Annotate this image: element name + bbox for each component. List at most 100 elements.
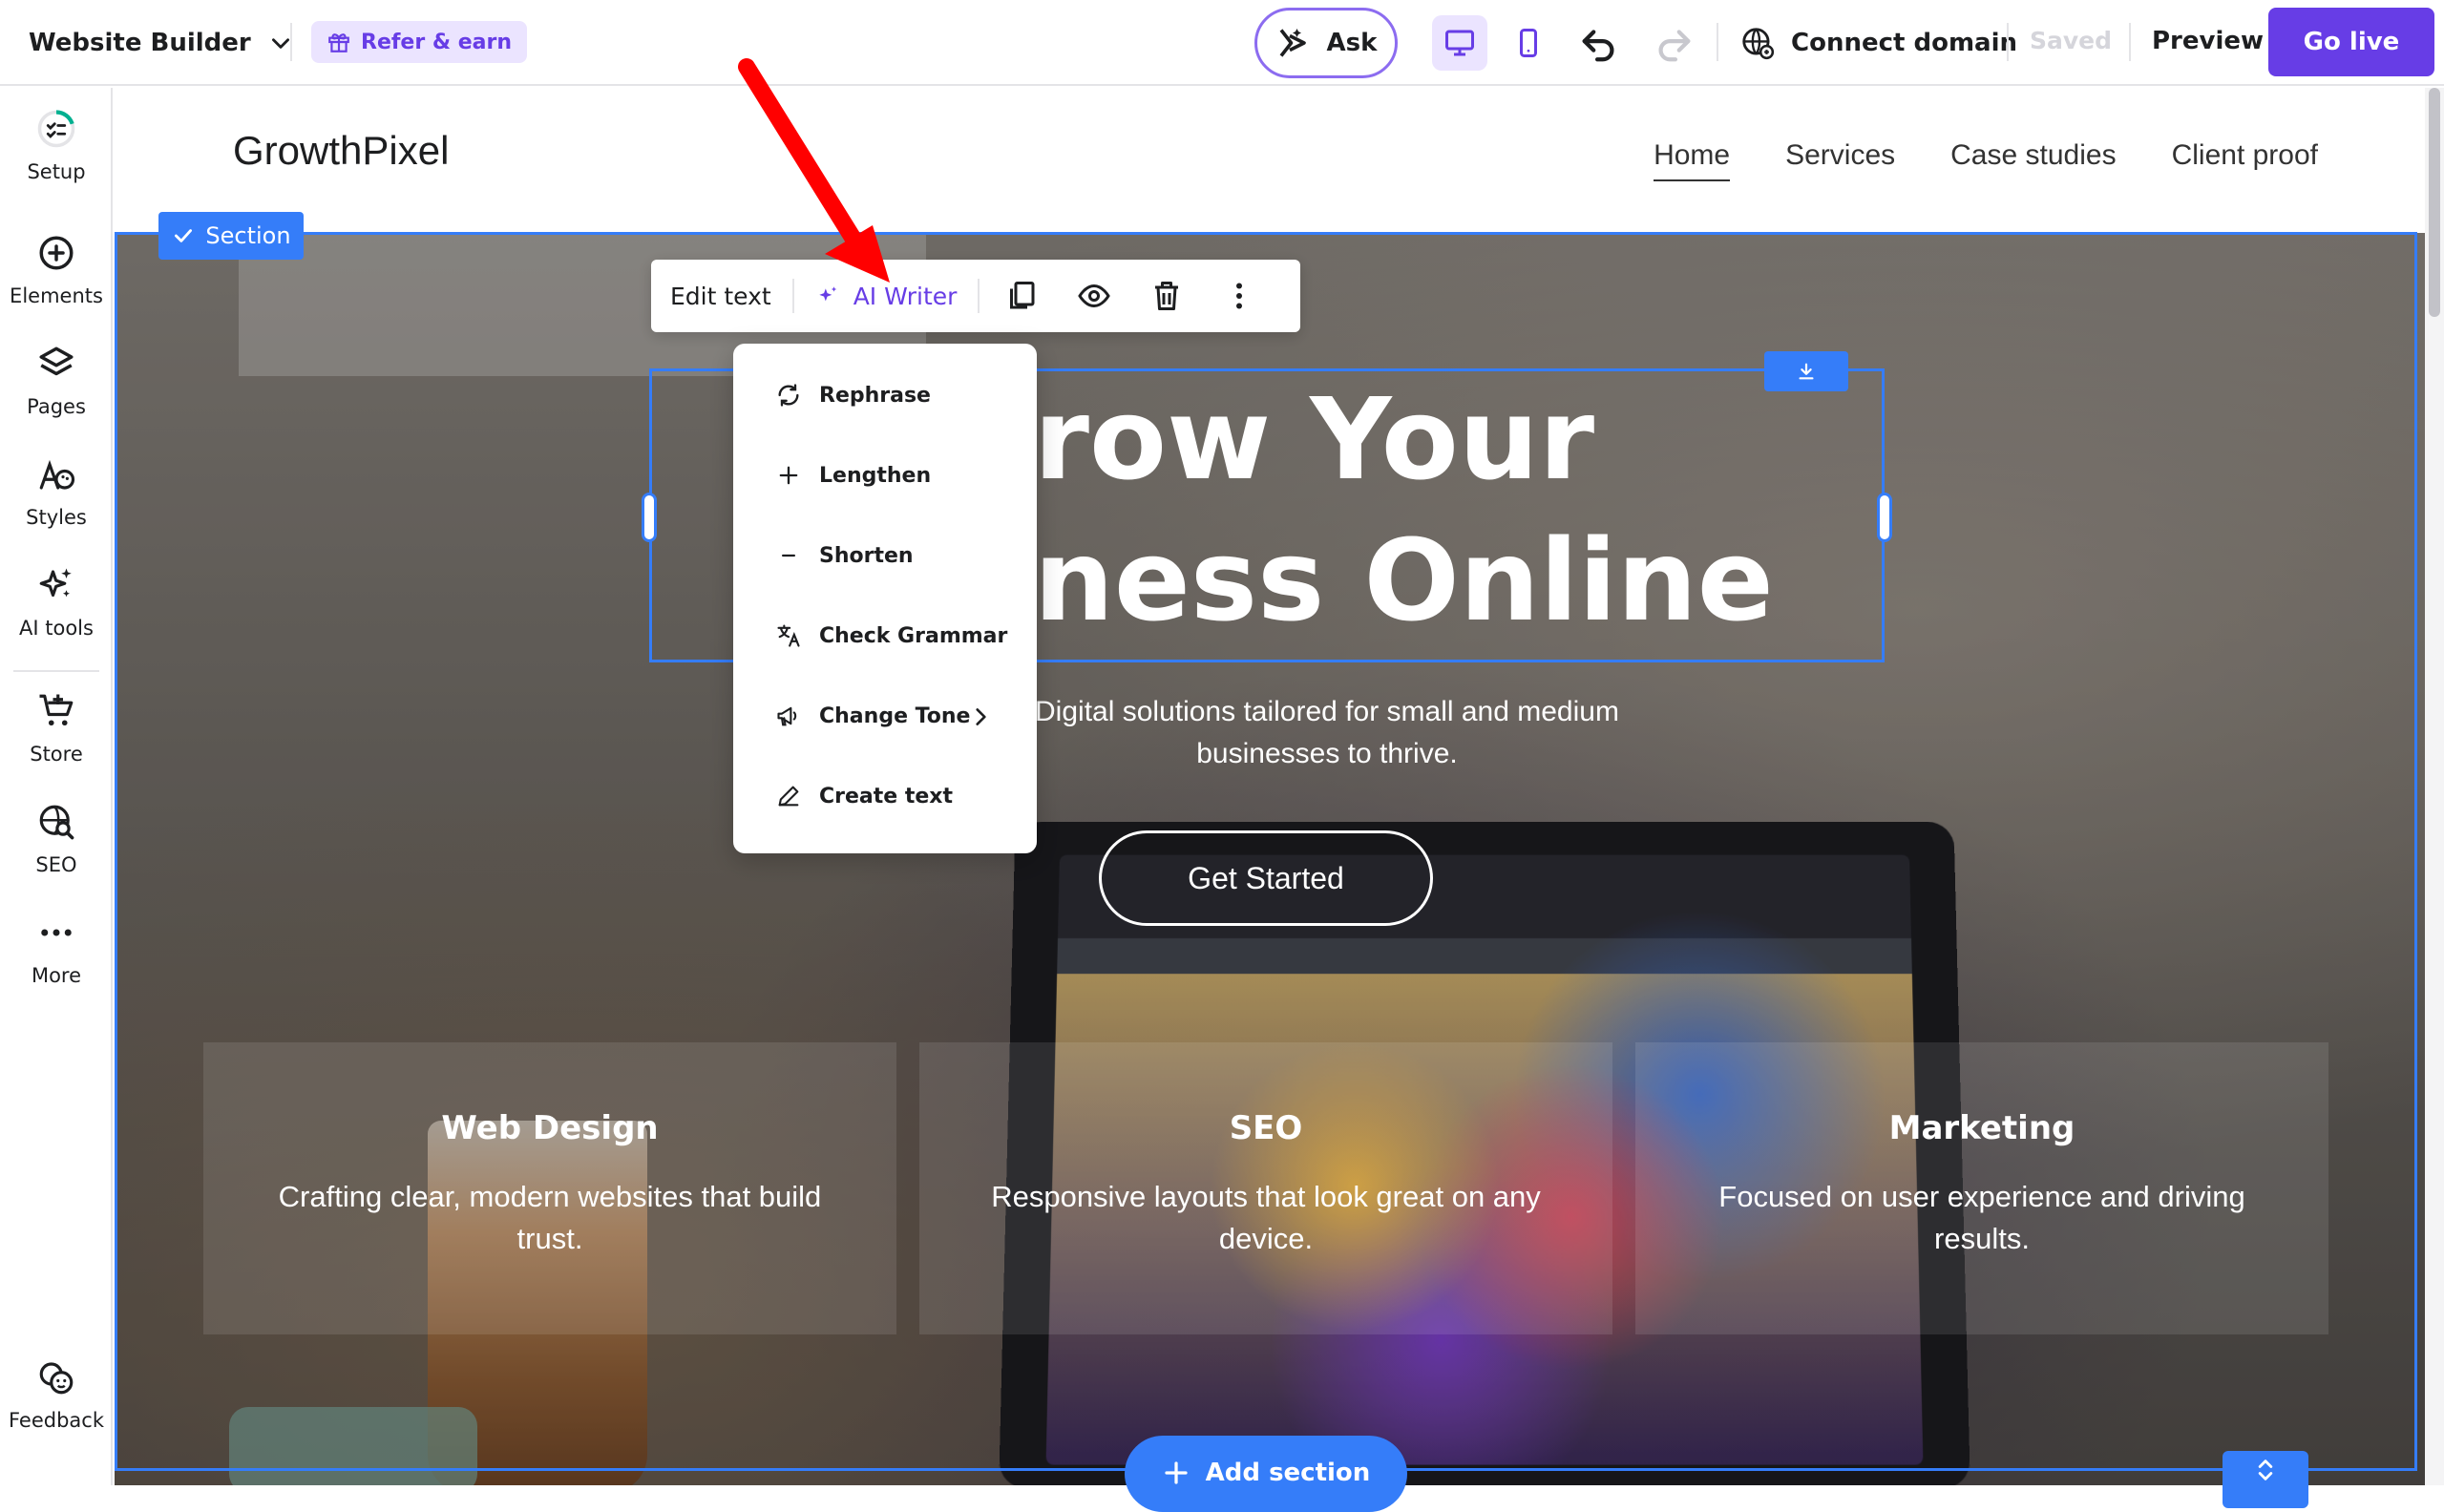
- service-card[interactable]: Marketing Focused on user experience and…: [1635, 1042, 2328, 1334]
- styles-palette-icon: [36, 454, 76, 494]
- megaphone-icon: [775, 703, 802, 729]
- mobile-view-toggle[interactable]: [1501, 15, 1556, 71]
- annotation-arrow-icon: [726, 57, 897, 286]
- duplicate-icon: [1004, 279, 1039, 313]
- resize-handle-right[interactable]: [1877, 493, 1892, 542]
- minus-icon: [775, 542, 802, 569]
- sidebar-item-setup[interactable]: Setup: [0, 109, 113, 183]
- menu-item-rephrase[interactable]: Rephrase: [775, 382, 931, 409]
- toolbar-divider: [2007, 23, 2009, 61]
- sidebar-item-elements[interactable]: Elements: [0, 233, 113, 307]
- sidebar-item-label: More: [32, 964, 81, 987]
- site-nav: Home Services Case studies Client proof: [1654, 139, 2318, 181]
- add-section-button[interactable]: Add section: [1125, 1436, 1407, 1512]
- more-vertical-icon: [1222, 279, 1256, 313]
- menu-item-label: Create text: [819, 785, 953, 808]
- rephrase-icon: [775, 382, 802, 409]
- sidebar-item-label: Store: [30, 743, 83, 766]
- connect-domain-label: Connect domain: [1791, 29, 2017, 57]
- menu-item-lengthen[interactable]: Lengthen: [775, 462, 931, 489]
- more-dots-icon: [36, 913, 76, 953]
- sidebar-item-seo[interactable]: SEO: [0, 802, 113, 876]
- resize-handle-left[interactable]: [642, 493, 657, 542]
- sidebar-item-more[interactable]: More: [0, 913, 113, 987]
- site-logo[interactable]: GrowthPixel: [233, 128, 449, 174]
- delete-button[interactable]: [1146, 275, 1188, 317]
- sidebar-item-label: Styles: [26, 506, 87, 529]
- service-card[interactable]: SEO Responsive layouts that look great o…: [919, 1042, 1612, 1334]
- card-title: Marketing: [1635, 1109, 2328, 1147]
- hero-subtitle[interactable]: Digital solutions tailored for small and…: [993, 691, 1661, 775]
- app-switcher[interactable]: Website Builder: [29, 25, 293, 61]
- left-sidebar: Setup Elements Pages Styles AI tools Sto…: [0, 88, 113, 1485]
- menu-item-check-grammar[interactable]: Check Grammar: [775, 622, 1007, 649]
- toolbar-divider: [978, 279, 980, 313]
- sidebar-item-styles[interactable]: Styles: [0, 454, 113, 529]
- sidebar-item-ai-tools[interactable]: AI tools: [0, 565, 113, 640]
- eye-icon: [1077, 279, 1111, 313]
- translate-icon: [775, 622, 802, 649]
- service-card[interactable]: Web Design Crafting clear, modern websit…: [203, 1042, 896, 1334]
- download-icon: [1796, 361, 1817, 382]
- refer-earn-button[interactable]: Refer & earn: [311, 21, 527, 63]
- sidebar-item-feedback[interactable]: Feedback: [0, 1357, 113, 1432]
- plus-circle-icon: [36, 233, 76, 273]
- menu-item-change-tone[interactable]: Change Tone: [775, 703, 970, 729]
- ask-ai-button[interactable]: Ask: [1254, 8, 1398, 78]
- duplicate-button[interactable]: [1001, 275, 1043, 317]
- sidebar-item-store[interactable]: Store: [0, 691, 113, 766]
- gift-icon: [327, 30, 351, 54]
- menu-item-label: Check Grammar: [819, 624, 1007, 648]
- menu-item-label: Change Tone: [819, 704, 970, 728]
- get-started-button[interactable]: Get Started: [1099, 830, 1433, 926]
- scrollbar-thumb[interactable]: [2429, 88, 2440, 317]
- connect-domain-button[interactable]: Connect domain: [1739, 19, 2017, 67]
- element-download-button[interactable]: [1764, 351, 1848, 391]
- menu-item-label: Lengthen: [819, 464, 931, 488]
- sidebar-item-label: Feedback: [9, 1409, 104, 1432]
- sidebar-item-label: SEO: [35, 853, 76, 876]
- globe-settings-icon: [1739, 25, 1776, 61]
- card-title: Web Design: [203, 1109, 896, 1147]
- card-text: Responsive layouts that look great on an…: [986, 1176, 1546, 1260]
- mobile-icon: [1511, 26, 1546, 60]
- chevron-down-icon: [268, 31, 293, 55]
- nav-link-client-proof[interactable]: Client proof: [2172, 139, 2318, 181]
- ai-writer-menu: Rephrase Lengthen Shorten Check Grammar …: [733, 344, 1037, 853]
- seo-globe-icon: [36, 802, 76, 842]
- more-options-button[interactable]: [1218, 275, 1260, 317]
- preview-button[interactable]: Preview: [2152, 27, 2264, 55]
- toolbar-divider: [2129, 23, 2131, 61]
- nav-link-case-studies[interactable]: Case studies: [1950, 139, 2116, 181]
- nav-link-home[interactable]: Home: [1654, 139, 1730, 181]
- desktop-icon: [1443, 26, 1477, 60]
- undo-icon[interactable]: [1577, 21, 1621, 65]
- sidebar-item-label: Pages: [27, 395, 86, 418]
- menu-item-create-text[interactable]: Create text: [775, 783, 953, 809]
- redo-icon[interactable]: [1652, 21, 1696, 65]
- section-tag[interactable]: Section: [158, 212, 304, 260]
- sidebar-item-pages[interactable]: Pages: [0, 344, 113, 418]
- top-toolbar: Website Builder Refer & earn Ask Connect…: [0, 0, 2444, 86]
- cart-icon: [36, 691, 76, 731]
- chevron-right-icon: [968, 704, 993, 729]
- sparkles-icon: [36, 565, 76, 605]
- add-section-label: Add section: [1206, 1459, 1371, 1487]
- saved-status: Saved: [2030, 27, 2112, 54]
- card-title: SEO: [919, 1109, 1612, 1147]
- card-text: Focused on user experience and driving r…: [1702, 1176, 2262, 1260]
- canvas-scrollbar[interactable]: [2425, 88, 2444, 1485]
- plus-icon: [1162, 1459, 1190, 1487]
- sidebar-divider: [13, 670, 99, 672]
- menu-item-label: Shorten: [819, 544, 914, 568]
- desktop-view-toggle[interactable]: [1432, 15, 1487, 71]
- nav-link-services[interactable]: Services: [1785, 139, 1895, 181]
- visibility-button[interactable]: [1073, 275, 1115, 317]
- refer-earn-label: Refer & earn: [361, 31, 512, 54]
- menu-item-shorten[interactable]: Shorten: [775, 542, 914, 569]
- go-live-button[interactable]: Go live: [2268, 8, 2434, 76]
- section-reorder-button[interactable]: [2223, 1451, 2308, 1508]
- sidebar-item-label: AI tools: [19, 617, 94, 640]
- pencil-icon: [775, 783, 802, 809]
- layers-icon: [36, 344, 76, 384]
